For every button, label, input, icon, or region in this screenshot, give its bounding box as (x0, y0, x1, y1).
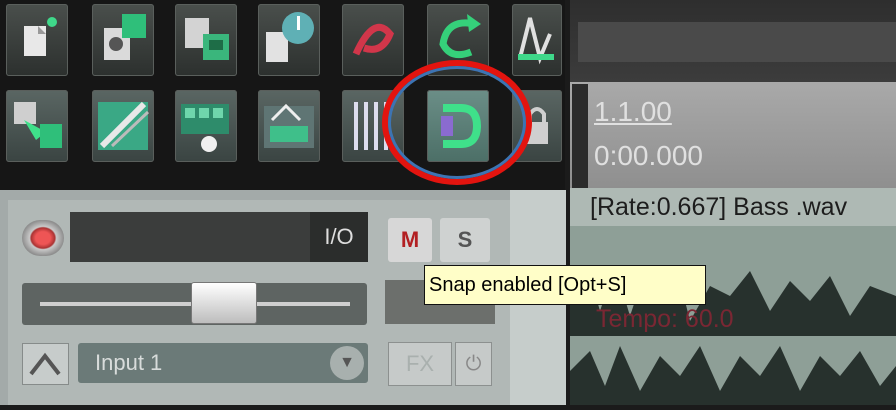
new-project-icon (24, 17, 57, 56)
undo-button[interactable] (342, 4, 404, 76)
undo-icon (352, 23, 395, 56)
io-button[interactable]: I/O (310, 212, 368, 262)
fx-button[interactable]: FX (388, 342, 452, 386)
new-project-button[interactable] (6, 4, 68, 76)
save-project-button[interactable] (175, 4, 237, 76)
mute-button[interactable]: M (388, 218, 432, 262)
ruler-edge (572, 84, 588, 188)
ripple-edit-icon (98, 101, 150, 150)
fx-bypass-button[interactable]: ⏻ (455, 342, 492, 386)
grouping-button[interactable] (175, 90, 237, 162)
envelope-lock-icon (264, 103, 314, 148)
ripple-edit-button[interactable] (92, 90, 154, 162)
snap-tooltip: Snap enabled [Opt+S] (424, 265, 706, 305)
grouping-icon (181, 104, 229, 152)
open-project-icon (104, 14, 146, 60)
auto-crossfade-button[interactable] (6, 90, 68, 162)
media-item-label: [Rate:0.667] Bass .wav (590, 193, 848, 221)
auto-crossfade-icon (14, 102, 62, 148)
envelope-button[interactable] (22, 343, 69, 385)
tempo-label: Tempo: 60.0 (596, 305, 734, 333)
envelope-lock-button[interactable] (258, 90, 320, 162)
volume-fader-knob[interactable] (190, 282, 257, 324)
open-project-button[interactable] (92, 4, 154, 76)
project-settings-icon (266, 12, 314, 62)
arrange-header-bar (578, 22, 896, 62)
envelope-icon (29, 352, 61, 376)
ruler-time-label: 0:00.000 (594, 140, 703, 171)
record-arm-button[interactable] (22, 220, 64, 256)
solo-button[interactable]: S (440, 218, 490, 262)
metronome-button[interactable] (512, 4, 562, 76)
metronome-icon (518, 17, 554, 65)
highlight-inner-circle (388, 66, 526, 179)
project-settings-button[interactable] (258, 4, 320, 76)
input-select-label: Input 1 (95, 350, 163, 375)
ruler-bar-label: 1.1.00 (594, 96, 672, 127)
chevron-down-icon[interactable]: ▼ (330, 346, 364, 380)
track-name-field[interactable] (70, 212, 310, 262)
save-project-icon (185, 18, 229, 60)
